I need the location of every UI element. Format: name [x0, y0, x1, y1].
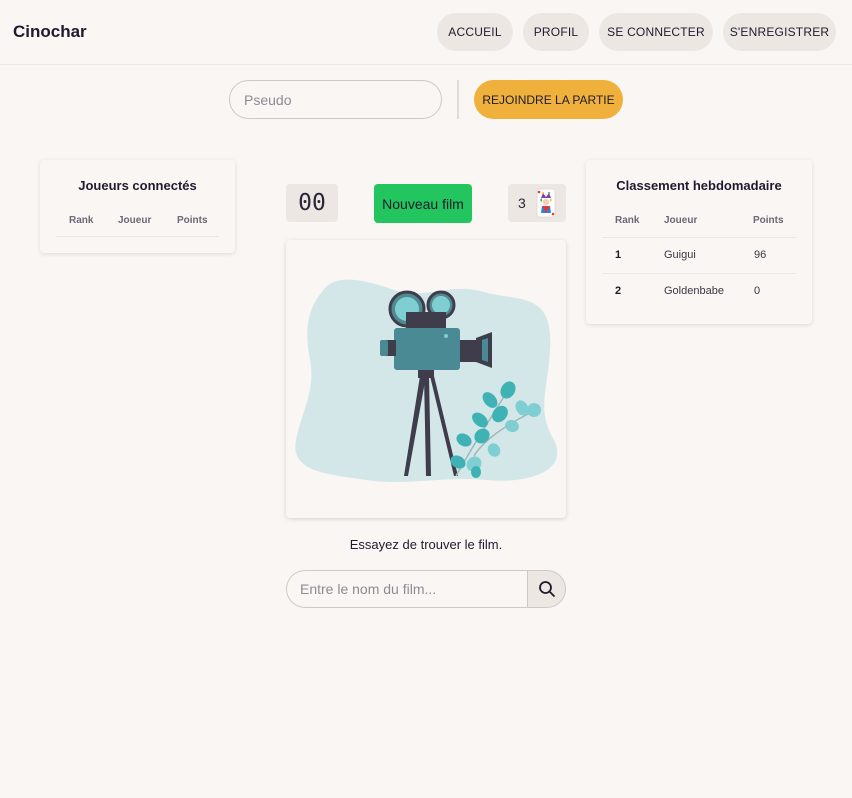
column-header-rank: Rank [615, 215, 640, 226]
column-header-player: Joueur [118, 215, 152, 226]
weekly-leaderboard-card: Classement hebdomadaire Rank Joueur Poin… [586, 160, 812, 324]
timer-display: 00 [286, 184, 338, 222]
top-navbar: Cinochar ACCUEIL PROFIL SE CONNECTER S'E… [0, 0, 852, 65]
column-header-rank: Rank [69, 215, 94, 226]
joker-card-icon [536, 188, 556, 218]
join-game-button[interactable]: REJOINDRE LA PARTIE [474, 80, 623, 119]
column-header-player: Joueur [664, 215, 698, 226]
rank-cell: 1 [615, 249, 622, 261]
nav-accueil-button[interactable]: ACCUEIL [437, 13, 513, 51]
joker-count: 3 [518, 195, 526, 211]
player-cell: Goldenbabe [664, 285, 724, 297]
film-search-button[interactable] [527, 570, 566, 608]
nav-login-button[interactable]: SE CONNECTER [599, 13, 713, 51]
points-cell: 0 [754, 285, 761, 297]
brand-logo[interactable]: Cinochar [13, 22, 87, 42]
nav-register-button[interactable]: S'ENREGISTRER [723, 13, 836, 51]
hint-text: Essayez de trouver le film. [349, 537, 503, 552]
film-camera-illustration [295, 279, 558, 482]
joker-counter[interactable]: 3 [508, 184, 566, 222]
connected-players-card: Joueurs connectés Rank Joueur Points [40, 160, 235, 253]
points-cell: 96 [754, 249, 767, 261]
film-poster-card [286, 240, 566, 518]
column-header-points: Points [177, 215, 208, 226]
table-divider [56, 236, 219, 237]
search-icon [538, 581, 555, 597]
connected-players-title: Joueurs connectés [78, 178, 197, 193]
nav-profil-button[interactable]: PROFIL [523, 13, 589, 51]
table-divider [602, 273, 796, 274]
player-cell: Guigui [664, 249, 696, 261]
weekly-leaderboard-title: Classement hebdomadaire [616, 178, 782, 193]
column-header-points: Points [753, 215, 784, 226]
table-divider [602, 237, 796, 238]
pseudo-input[interactable] [229, 80, 442, 119]
new-film-button[interactable]: Nouveau film [374, 184, 472, 223]
rank-cell: 2 [615, 285, 622, 297]
film-search-input[interactable] [286, 570, 528, 608]
join-divider [457, 80, 459, 119]
